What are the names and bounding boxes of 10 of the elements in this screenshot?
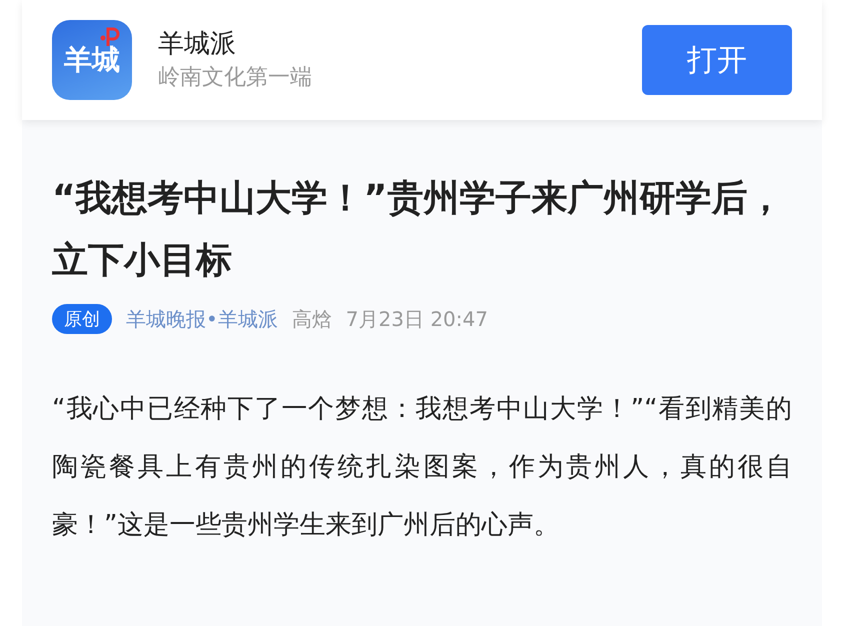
publish-time: 7月23日 20:47 [346,306,488,332]
app-slogan: 岭南文化第一端 [158,64,313,92]
original-badge: 原创 [52,304,112,334]
logo-text: 羊城 [63,42,121,78]
app-name: 羊城派 [158,28,237,61]
author-name: 高焓 [292,306,332,332]
source-link[interactable]: 羊城晚报•羊城派 [126,306,278,332]
article-title: “我想考中山大学！”贵州学子来广州研学后，立下小目标 [52,177,784,283]
article-paragraph: “我心中已经种下了一个梦想：我想考中山大学！”“看到精美的陶瓷餐具上有贵州的传统扎染图案，作为贵州人，真的很自豪！”这是一些贵州学生来到广州后的心声。 [52,393,792,542]
open-button[interactable]: 打开 [642,25,792,95]
